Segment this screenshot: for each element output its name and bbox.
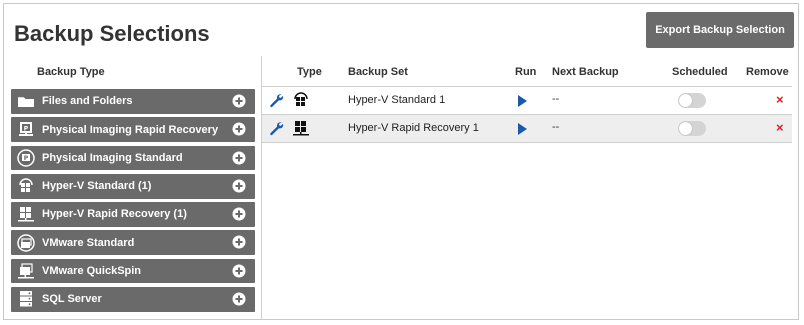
backup-type-label: VMware QuickSpin	[42, 265, 142, 278]
add-icon[interactable]	[232, 264, 246, 278]
add-icon[interactable]	[232, 151, 246, 165]
play-icon[interactable]	[518, 95, 527, 107]
remove-icon[interactable]: ×	[776, 120, 784, 135]
add-icon[interactable]	[232, 207, 246, 221]
backup-type-label: Physical Imaging Standard	[42, 151, 183, 164]
backup-type-label: Physical Imaging Rapid Recovery	[42, 123, 219, 136]
backup-type-label: Hyper-V Rapid Recovery (1)	[42, 208, 187, 221]
backup-type-files-and-folders[interactable]: Files and Folders	[11, 89, 255, 114]
wrench-icon[interactable]	[268, 92, 284, 108]
backup-type-physical-imaging-standard[interactable]: P Physical Imaging Standard	[11, 145, 255, 171]
hyperv-standard-icon	[294, 92, 308, 106]
add-icon[interactable]	[232, 122, 246, 136]
backup-type-label: Hyper-V Standard (1)	[42, 180, 152, 193]
vmware-quickspin-icon	[16, 261, 36, 281]
play-icon[interactable]	[518, 123, 527, 135]
scheduled-toggle[interactable]	[678, 121, 706, 136]
svg-text:P: P	[24, 155, 29, 162]
add-icon[interactable]	[232, 179, 246, 193]
backup-type-physical-imaging-rapid-recovery[interactable]: P Physical Imaging Rapid Recovery	[11, 117, 255, 142]
backup-type-header: Backup Type	[37, 66, 105, 78]
backup-type-vmware-standard[interactable]: VMware Standard	[11, 230, 255, 256]
column-header-next-backup: Next Backup	[552, 66, 619, 78]
backup-set-name[interactable]: Hyper-V Standard 1	[348, 94, 445, 106]
wrench-icon[interactable]	[268, 120, 284, 136]
backup-type-list: Files and Folders P Physical Imaging Rap…	[11, 89, 255, 315]
add-icon[interactable]	[232, 292, 246, 306]
hyperv-standard-icon	[16, 176, 36, 196]
page-title: Backup Selections	[14, 21, 210, 46]
hyperv-rapid-icon	[293, 121, 309, 136]
sql-server-icon	[16, 289, 36, 309]
column-header-scheduled: Scheduled	[672, 66, 728, 78]
export-backup-selection-button[interactable]: Export Backup Selection	[646, 12, 794, 48]
next-backup-value: --	[552, 121, 560, 133]
scheduled-toggle[interactable]	[678, 93, 706, 108]
physical-standard-icon: P	[16, 148, 36, 168]
column-header-backup-set: Backup Set	[348, 66, 408, 78]
table-row: Hyper-V Standard 1 -- ×	[262, 87, 792, 115]
next-backup-value: --	[552, 93, 560, 105]
column-header-run: Run	[515, 66, 537, 78]
hyperv-rapid-icon	[16, 204, 36, 224]
add-icon[interactable]	[232, 235, 246, 249]
physical-rapid-icon: P	[16, 120, 36, 140]
remove-icon[interactable]: ×	[776, 92, 784, 107]
folder-icon	[16, 91, 36, 111]
backup-type-label: SQL Server	[42, 293, 102, 306]
vmware-standard-icon	[16, 233, 36, 253]
backup-type-sql-server[interactable]: SQL Server	[11, 286, 255, 312]
backup-type-vmware-quickspin[interactable]: VMware QuickSpin	[11, 258, 255, 284]
add-icon[interactable]	[232, 94, 246, 108]
backup-type-hyperv-standard[interactable]: Hyper-V Standard (1)	[11, 173, 255, 199]
table-header: Type Backup Set Run Next Backup Schedule…	[262, 66, 798, 80]
svg-text:P: P	[24, 125, 29, 132]
backup-type-label: VMware Standard	[42, 236, 135, 249]
backup-type-label: Files and Folders	[42, 95, 133, 108]
backup-type-hyperv-rapid-recovery[interactable]: Hyper-V Rapid Recovery (1)	[11, 202, 255, 227]
column-header-type: Type	[297, 66, 322, 78]
table-row: Hyper-V Rapid Recovery 1 -- ×	[262, 115, 792, 143]
backup-selections-panel: Backup Selections Export Backup Selectio…	[3, 3, 799, 320]
column-header-remove: Remove	[746, 66, 789, 78]
backup-set-name[interactable]: Hyper-V Rapid Recovery 1	[348, 122, 479, 134]
